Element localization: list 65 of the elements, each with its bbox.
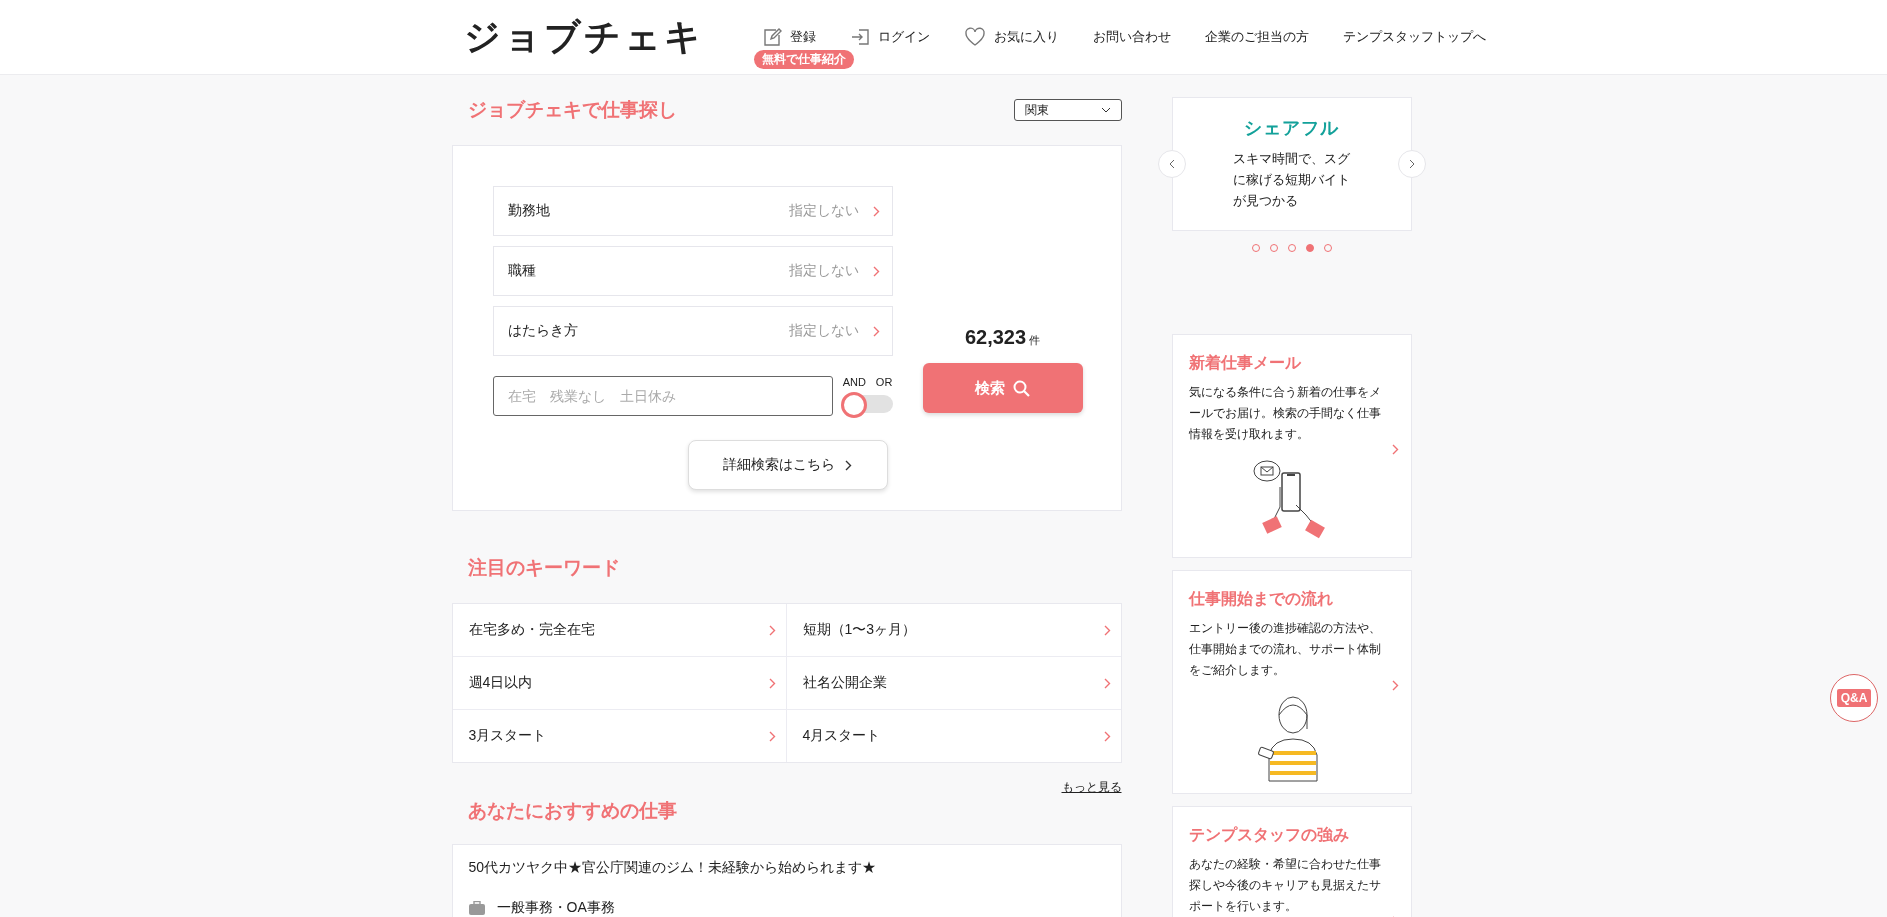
chevron-right-icon <box>872 325 880 337</box>
card-text: 気になる条件に合う新着の仕事をメールでお届け。検索の手間なく仕事情報を受け取れます。 <box>1188 384 1381 443</box>
nav-link[interactable]: ログイン <box>849 27 930 47</box>
info-card[interactable]: テンプスタッフの強み あなたの経験・希望に合わせた仕事探しや今後のキャリアも見据えたサポートを行います。 <box>1171 806 1412 917</box>
previous-button[interactable] <box>1157 150 1186 178</box>
card-title: テンプスタッフの強み <box>1188 825 1350 845</box>
chevron-right-icon <box>1103 677 1111 689</box>
brand-logo: シェアフル <box>1244 117 1339 140</box>
chevron-right-icon <box>845 459 852 471</box>
heart-icon <box>963 27 986 47</box>
card-title: 新着仕事メール <box>1188 353 1302 373</box>
nav-badge: 無料で仕事紹介 <box>753 50 854 69</box>
chevron-right-icon <box>1103 730 1111 742</box>
condition-selector[interactable]: はたらき方 指定しない <box>492 306 893 356</box>
job-category: 一般事務・OA事務 <box>496 899 615 917</box>
chevron-right-icon <box>768 624 776 636</box>
nav-link[interactable]: お気に入り <box>963 27 1059 47</box>
section-heading: 注目のキーワード <box>467 556 621 580</box>
count-unit: 件 <box>1029 333 1041 348</box>
nav-link[interactable]: お問い合わせ <box>1092 28 1171 46</box>
chevron-left-icon <box>1168 159 1175 169</box>
chevron-right-icon <box>1391 680 1399 691</box>
site-logo[interactable]: ジョブチェキ <box>463 12 704 62</box>
info-card[interactable]: 新着仕事メール 気になる条件に合う新着の仕事をメールでお届け。検索の手間なく仕事情報を受け取れます。 <box>1171 334 1412 558</box>
chevron-right-icon <box>1408 159 1415 169</box>
nav-link[interactable]: 企業のご担当の方 <box>1204 28 1309 46</box>
and-or-toggle[interactable] <box>842 392 893 416</box>
more-link[interactable]: もっと見る <box>1061 779 1122 796</box>
keyword-link[interactable]: 短期（1〜3ヶ月） <box>786 604 1121 657</box>
search-icon <box>1013 379 1030 397</box>
nav-link[interactable]: テンプスタッフトップへ <box>1342 28 1486 46</box>
login-icon <box>849 27 870 47</box>
promo-text: スキマ時間で、スグに稼げる短期バイトが見つかる <box>1232 150 1351 210</box>
carousel-dot[interactable] <box>1305 244 1314 252</box>
card-text: エントリー後の進捗確認の方法や、仕事開始までの流れ、サポート体制をご紹介します。 <box>1188 620 1381 679</box>
keyword-link[interactable]: 週4日以内 <box>452 657 787 710</box>
section-heading: ジョブチェキで仕事探し <box>467 98 677 122</box>
promo-card[interactable]: シェアフル スキマ時間で、スグに稼げる短期バイトが見つかる <box>1171 97 1412 231</box>
chevron-right-icon <box>1103 624 1111 636</box>
keyword-link[interactable]: 3月スタート <box>452 710 787 762</box>
keyword-link[interactable]: 4月スタート <box>786 710 1121 762</box>
chevron-right-icon <box>768 730 776 742</box>
keyword-field[interactable]: 在宅 残業なし 土日休み <box>492 376 833 416</box>
toggle-label: OR <box>875 376 893 388</box>
condition-selector[interactable]: 職種 指定しない <box>492 246 893 296</box>
chevron-right-icon <box>1391 444 1399 455</box>
job-card[interactable]: 50代カツヤク中★官公庁関連のジム！未経験から始められます★ 一般事務・OA事務 <box>451 844 1122 917</box>
region-dropdown[interactable]: 関東 <box>1013 99 1122 121</box>
card-text: あなたの経験・希望に合わせた仕事探しや今後のキャリアも見据えたサポートを行います。 <box>1188 856 1381 915</box>
chevron-right-icon <box>768 677 776 689</box>
condition-selector[interactable]: 勤務地 指定しない <box>492 186 893 236</box>
edit-icon <box>761 27 782 47</box>
job-title: 50代カツヤク中★官公庁関連のジム！未経験から始められます★ <box>468 859 878 877</box>
chevron-down-icon <box>1100 107 1111 113</box>
detail-search-button[interactable]: 詳細検索はこちら <box>687 440 888 490</box>
chevron-right-icon <box>872 205 880 217</box>
toggle-label: AND <box>842 376 866 388</box>
result-count: 62,323 <box>964 326 1027 349</box>
section-heading: あなたにおすすめの仕事 <box>467 799 678 823</box>
chevron-right-icon <box>872 265 880 277</box>
keyword-link[interactable]: 在宅多め・完全在宅 <box>452 604 787 657</box>
card-title: 仕事開始までの流れ <box>1188 589 1334 609</box>
briefcase-icon <box>468 901 485 915</box>
keyword-link[interactable]: 社名公開企業 <box>786 657 1121 710</box>
info-card[interactable]: 仕事開始までの流れ エントリー後の進捗確認の方法や、仕事開始までの流れ、サポート体制をご紹介します。 <box>1171 570 1412 794</box>
